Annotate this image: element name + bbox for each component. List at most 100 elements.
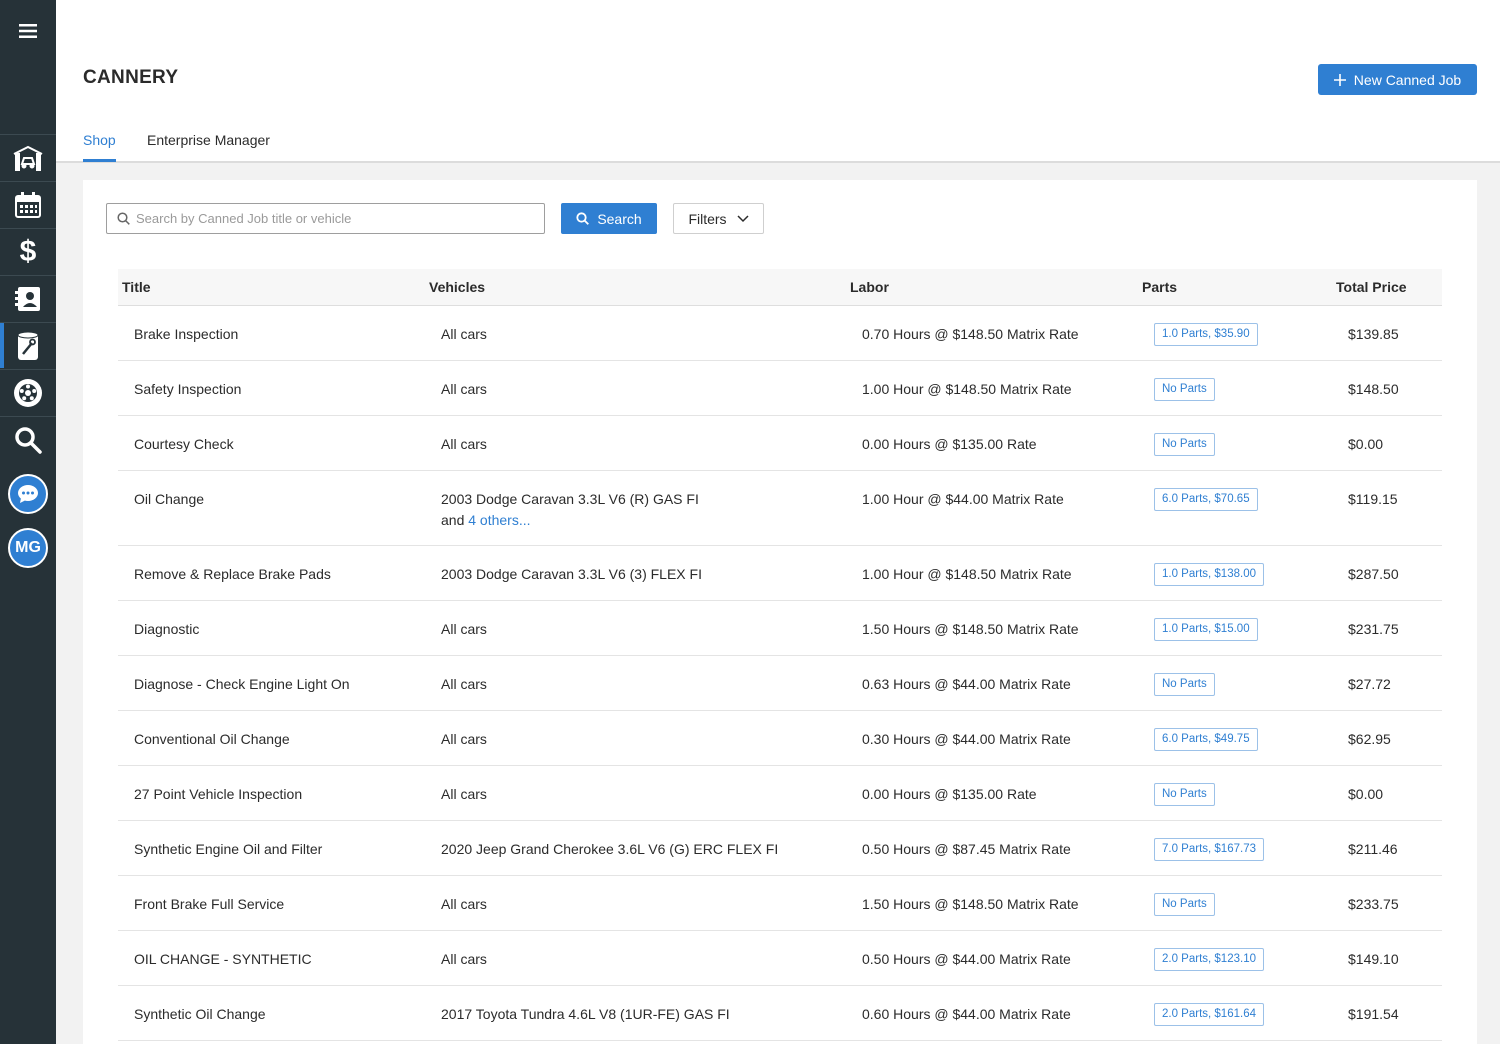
table-row[interactable]: Safety Inspection All cars 1.00 Hour @ $… (118, 361, 1442, 416)
parts-badge[interactable]: No Parts (1154, 673, 1215, 696)
job-vehicles: 2017 Toyota Tundra 4.6L V8 (1UR-FE) GAS … (441, 1006, 730, 1022)
column-header-parts[interactable]: Parts (1142, 279, 1177, 295)
job-title[interactable]: Brake Inspection (134, 324, 238, 345)
search-input[interactable] (136, 211, 526, 226)
parts-badge[interactable]: 2.0 Parts, $123.10 (1154, 948, 1264, 971)
job-labor: 0.50 Hours @ $87.45 Matrix Rate (862, 841, 1071, 857)
chat-button[interactable] (8, 474, 48, 514)
job-title[interactable]: 27 Point Vehicle Inspection (134, 784, 302, 805)
table-row[interactable]: Diagnostic All cars 1.50 Hours @ $148.50… (118, 601, 1442, 656)
search-icon (15, 426, 42, 454)
job-labor: 1.00 Hour @ $148.50 Matrix Rate (862, 566, 1072, 582)
parts-badge[interactable]: 7.0 Parts, $167.73 (1154, 838, 1264, 861)
tire-icon (14, 378, 42, 407)
menu-button[interactable] (0, 12, 56, 50)
job-total-price: $0.00 (1348, 786, 1384, 802)
parts-badge[interactable]: No Parts (1154, 378, 1215, 401)
job-labor: 1.50 Hours @ $148.50 Matrix Rate (862, 896, 1079, 912)
job-title[interactable]: Diagnose - Check Engine Light On (134, 674, 350, 695)
job-vehicles: 2003 Dodge Caravan 3.3L V6 (3) FLEX FI (441, 566, 702, 582)
search-button[interactable]: Search (561, 203, 657, 234)
job-title[interactable]: Synthetic Oil Change (134, 1004, 266, 1025)
column-header-labor[interactable]: Labor (850, 279, 889, 295)
column-header-total-price[interactable]: Total Price (1336, 279, 1407, 295)
table-row[interactable]: Oil Change 2003 Dodge Caravan 3.3L V6 (R… (118, 471, 1442, 546)
job-labor: 0.60 Hours @ $44.00 Matrix Rate (862, 1006, 1071, 1022)
calendar-icon (15, 191, 41, 218)
chevron-down-icon (737, 214, 749, 222)
job-total-price: $148.50 (1348, 381, 1399, 397)
parts-badge[interactable]: 1.0 Parts, $35.90 (1154, 323, 1258, 346)
job-vehicles-primary: 2003 Dodge Caravan 3.3L V6 (R) GAS FI (441, 491, 699, 507)
sidebar-item-calendar[interactable] (0, 181, 56, 227)
job-total-price: $119.15 (1348, 491, 1398, 507)
job-vehicles: All cars (441, 326, 487, 342)
job-labor: 0.63 Hours @ $44.00 Matrix Rate (862, 676, 1071, 692)
filters-dropdown[interactable]: Filters (673, 203, 764, 234)
sidebar-item-work-orders[interactable] (0, 134, 56, 180)
job-labor: 0.30 Hours @ $44.00 Matrix Rate (862, 731, 1071, 747)
sidebar-item-cannery[interactable] (0, 322, 56, 368)
table-row[interactable]: Courtesy Check All cars 0.00 Hours @ $13… (118, 416, 1442, 471)
table-row[interactable]: Diagnose - Check Engine Light On All car… (118, 656, 1442, 711)
job-total-price: $149.10 (1348, 951, 1399, 967)
parts-badge[interactable]: 6.0 Parts, $70.65 (1154, 488, 1258, 511)
job-vehicles: 2020 Jeep Grand Cherokee 3.6L V6 (G) ERC… (441, 841, 779, 857)
parts-badge[interactable]: 1.0 Parts, $15.00 (1154, 618, 1258, 641)
job-vehicles-and: and (441, 512, 465, 528)
job-title[interactable]: Safety Inspection (134, 379, 241, 400)
table-row[interactable]: Synthetic Engine Oil and Filter 2020 Jee… (118, 821, 1442, 876)
table-row[interactable]: Remove & Replace Brake Pads 2003 Dodge C… (118, 546, 1442, 601)
sidebar-item-search[interactable] (0, 416, 56, 462)
job-total-price: $0.00 (1348, 436, 1384, 452)
sidebar-item-customers[interactable] (0, 275, 56, 321)
parts-badge[interactable]: 1.0 Parts, $138.00 (1154, 563, 1264, 586)
parts-badge[interactable]: 2.0 Parts, $161.64 (1154, 1003, 1264, 1026)
job-title[interactable]: Remove & Replace Brake Pads (134, 564, 331, 585)
job-title[interactable]: Oil Change (134, 489, 204, 510)
tab-enterprise-manager[interactable]: Enterprise Manager (147, 132, 270, 148)
garage-lift-icon (13, 145, 43, 171)
job-title[interactable]: Courtesy Check (134, 434, 234, 455)
sidebar-item-payments[interactable]: $ (0, 228, 56, 274)
job-title[interactable]: Conventional Oil Change (134, 729, 290, 750)
column-header-vehicles[interactable]: Vehicles (429, 279, 485, 295)
job-title[interactable]: OIL CHANGE - SYNTHETIC (134, 949, 312, 970)
table-row[interactable]: Synthetic Oil Change 2017 Toyota Tundra … (118, 986, 1442, 1041)
parts-badge[interactable]: 6.0 Parts, $49.75 (1154, 728, 1258, 751)
canned-job-icon (17, 331, 39, 360)
job-vehicles: All cars (441, 621, 487, 637)
avatar[interactable]: MG (8, 528, 48, 568)
job-total-price: $27.72 (1348, 676, 1391, 692)
job-vehicles: 2003 Dodge Caravan 3.3L V6 (R) GAS FI an… (441, 489, 699, 531)
parts-badge[interactable]: No Parts (1154, 433, 1215, 456)
job-total-price: $287.50 (1348, 566, 1399, 582)
job-title[interactable]: Diagnostic (134, 619, 199, 640)
search-box[interactable] (106, 203, 545, 234)
job-title[interactable]: Synthetic Engine Oil and Filter (134, 839, 322, 860)
table-row[interactable]: Brake Inspection All cars 0.70 Hours @ $… (118, 306, 1442, 361)
canned-jobs-table: Brake Inspection All cars 0.70 Hours @ $… (118, 306, 1442, 1041)
table-row[interactable]: 27 Point Vehicle Inspection All cars 0.0… (118, 766, 1442, 821)
vehicles-others-link[interactable]: 4 others... (468, 512, 530, 528)
page-header: CANNERY New Canned Job Shop Enterprise M… (56, 0, 1500, 163)
search-icon (117, 212, 130, 225)
avatar-initials: MG (15, 539, 41, 556)
dollar-icon: $ (19, 234, 37, 268)
table-row[interactable]: Front Brake Full Service All cars 1.50 H… (118, 876, 1442, 931)
hamburger-icon (19, 24, 37, 38)
tab-shop[interactable]: Shop (83, 132, 116, 148)
sidebar-item-tires[interactable] (0, 369, 56, 415)
job-vehicles: All cars (441, 676, 487, 692)
column-header-title[interactable]: Title (122, 279, 151, 295)
job-title[interactable]: Front Brake Full Service (134, 894, 284, 915)
job-labor: 0.50 Hours @ $44.00 Matrix Rate (862, 951, 1071, 967)
parts-badge[interactable]: No Parts (1154, 893, 1215, 916)
table-row[interactable]: OIL CHANGE - SYNTHETIC All cars 0.50 Hou… (118, 931, 1442, 986)
parts-badge[interactable]: No Parts (1154, 783, 1215, 806)
job-vehicles: All cars (441, 731, 487, 747)
job-vehicles: All cars (441, 381, 487, 397)
sidebar: $ MG (0, 0, 56, 1044)
new-canned-job-button[interactable]: New Canned Job (1318, 64, 1477, 95)
table-row[interactable]: Conventional Oil Change All cars 0.30 Ho… (118, 711, 1442, 766)
